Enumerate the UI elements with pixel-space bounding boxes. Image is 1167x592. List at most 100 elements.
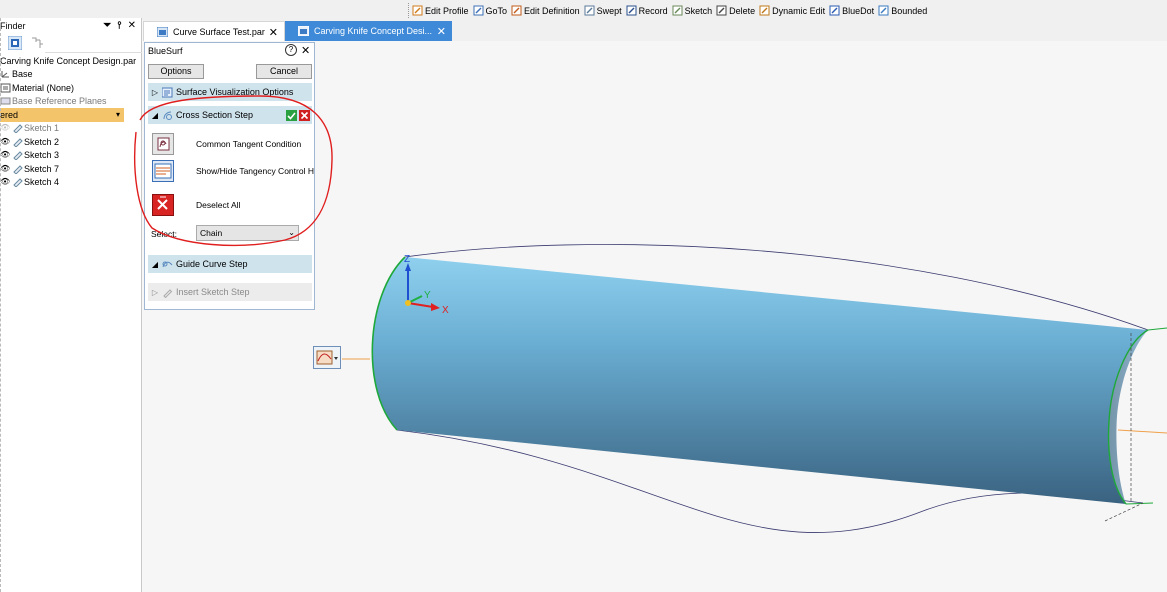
insert-sketch-step-section[interactable]: ▷ Insert Sketch Step — [148, 283, 312, 301]
tree-item[interactable]: Material (None) — [0, 81, 142, 95]
panel-header: BlueSurf ? ✕ — [145, 43, 314, 58]
tree-item[interactable]: 👁 Sketch 2 — [0, 135, 142, 149]
tree-item-label: Material (None) — [12, 82, 75, 93]
tree-item[interactable]: 👁 Sketch 3 — [0, 149, 142, 163]
pin-icon[interactable]: ⫯ — [117, 20, 121, 31]
x-axis-label: X — [442, 305, 449, 316]
section-label: Insert Sketch Step — [176, 287, 250, 297]
splitter — [0, 18, 1, 592]
tree-item[interactable]: Base — [0, 68, 142, 82]
swept-icon — [584, 5, 595, 16]
finder-controls: ⏷ ⫯ ✕ — [103, 20, 136, 31]
path-finder-pane: Finder ⏷ ⫯ ✕ Carving Knife Concept Desig… — [0, 18, 142, 592]
edit-definition-icon — [511, 5, 522, 16]
tree-item-label: Carving Knife Concept Design.par — [0, 55, 137, 66]
command-dynamic-edit[interactable]: Dynamic Edit — [759, 5, 825, 16]
common-tangent-condition-item[interactable]: Common Tangent Condition — [152, 133, 314, 155]
cross-section-step-section[interactable]: ◢ Cross Section Step — [148, 106, 312, 124]
part-document-icon — [157, 26, 168, 37]
select-value: Chain — [200, 228, 223, 238]
deselect-all-item[interactable]: Deselect All — [152, 194, 314, 216]
finder-search-area — [45, 34, 142, 53]
command-bounded[interactable]: Bounded — [878, 5, 927, 16]
close-icon[interactable]: ✕ — [301, 44, 310, 57]
finder-toolbar — [0, 34, 142, 54]
command-bluedot[interactable]: BlueDot — [829, 5, 874, 16]
tree-item-label: Sketch 3 — [24, 150, 60, 161]
tab-carving-knife[interactable]: Carving Knife Concept Desi... ✕ — [285, 21, 452, 41]
tree-item-label: Sketch 2 — [24, 136, 60, 147]
close-icon[interactable]: ✕ — [128, 20, 136, 31]
visibility-eye-icon[interactable]: 👁 — [0, 177, 12, 187]
tangency-control-icon — [152, 160, 174, 182]
sketch-icon — [13, 151, 23, 161]
relationship-icon[interactable] — [30, 36, 44, 50]
command-sketch[interactable]: Sketch — [672, 5, 712, 16]
command-bar: Edit Profile GoTo Edit Definition Swept Reco… — [0, 0, 1167, 20]
command-label: Record — [638, 5, 668, 16]
bounded-icon — [878, 5, 889, 16]
tab-label: Carving Knife Concept Desi... — [314, 26, 433, 36]
close-icon[interactable]: ✕ — [437, 25, 446, 38]
help-icon[interactable]: ? — [285, 44, 297, 56]
command-delete[interactable]: Delete — [716, 5, 755, 16]
insert-sketch-icon — [163, 288, 173, 298]
feature-tree-icon[interactable] — [8, 36, 22, 50]
y-axis-label: Y — [424, 290, 431, 301]
tree-item[interactable]: Base Reference Planes — [0, 95, 142, 109]
edit-profile-icon — [412, 5, 423, 16]
command-goto[interactable]: GoTo — [473, 5, 507, 16]
quick-command-list: Edit Profile GoTo Edit Definition Swept Reco… — [408, 3, 931, 18]
dropdown-icon[interactable]: ▾ — [116, 110, 120, 119]
options-button[interactable]: Options — [148, 64, 204, 79]
bluesurf-panel: BlueSurf ? ✕ Options Cancel ▷ Surface Vi… — [144, 42, 315, 310]
tab-curve-surface-test[interactable]: Curve Surface Test.par ✕ — [143, 21, 285, 41]
surface-visualization-section[interactable]: ▷ Surface Visualization Options — [148, 83, 312, 101]
solid-edge-window: Edit Profile GoTo Edit Definition Swept Reco… — [0, 0, 1167, 592]
reject-icon[interactable] — [299, 110, 310, 121]
common-tangent-icon — [152, 133, 174, 155]
ordered-group[interactable]: ered ▾ — [0, 108, 124, 122]
show-hide-tangency-item[interactable]: Show/Hide Tangency Control H — [152, 160, 314, 182]
curve-handle-icon — [316, 350, 338, 365]
sketch-icon — [672, 5, 683, 16]
accept-icon[interactable] — [286, 110, 297, 121]
item-label: Common Tangent Condition — [196, 139, 302, 149]
section-edge — [1147, 327, 1167, 331]
select-dropdown[interactable]: Chain ⌄ — [196, 225, 299, 241]
visibility-eye-icon[interactable]: 👁 — [0, 150, 12, 160]
visualization-options-icon — [162, 87, 173, 97]
dynamic-edit-icon — [759, 5, 770, 16]
tree-item[interactable]: Carving Knife Concept Design.par — [0, 54, 142, 68]
cross-section-icon — [163, 111, 172, 120]
tree-item-label: Sketch 4 — [24, 177, 60, 188]
record-icon — [626, 5, 637, 16]
visibility-eye-icon[interactable]: 👁 — [0, 164, 12, 174]
sketch-icon — [13, 165, 23, 174]
deselect-all-icon — [152, 194, 174, 216]
command-edit-definition[interactable]: Edit Definition — [511, 5, 580, 16]
cancel-button[interactable]: Cancel — [256, 64, 312, 79]
curve-handle-button[interactable] — [313, 346, 341, 369]
sketch-icon — [13, 124, 23, 134]
material-icon — [0, 83, 11, 93]
tree-item[interactable]: 👁 Sketch 1 — [0, 122, 142, 136]
guide-curve-step-section[interactable]: ◢ Guide Curve Step — [148, 255, 312, 273]
command-label: Edit Profile — [425, 5, 469, 16]
visibility-eye-icon[interactable]: 👁 — [0, 123, 12, 133]
command-record[interactable]: Record — [626, 5, 668, 16]
command-swept[interactable]: Swept — [584, 5, 622, 16]
tree-item[interactable]: 👁 Sketch 7 — [0, 162, 142, 176]
finder-title: Finder — [0, 21, 26, 31]
command-edit-profile[interactable]: Edit Profile — [412, 5, 469, 16]
axis-line-right — [1117, 429, 1167, 434]
tree-item[interactable]: 👁 Sketch 4 — [0, 176, 142, 190]
reference-planes-icon — [0, 97, 11, 105]
close-icon[interactable]: ✕ — [269, 26, 278, 39]
command-label: Edit Definition — [524, 5, 580, 16]
item-label: Deselect All — [196, 200, 241, 210]
visibility-eye-icon[interactable]: 👁 — [0, 137, 12, 147]
z-axis-label: Z — [404, 254, 410, 265]
dropdown-icon[interactable]: ⏷ — [103, 20, 111, 31]
chevron-down-icon: ⌄ — [288, 228, 295, 237]
